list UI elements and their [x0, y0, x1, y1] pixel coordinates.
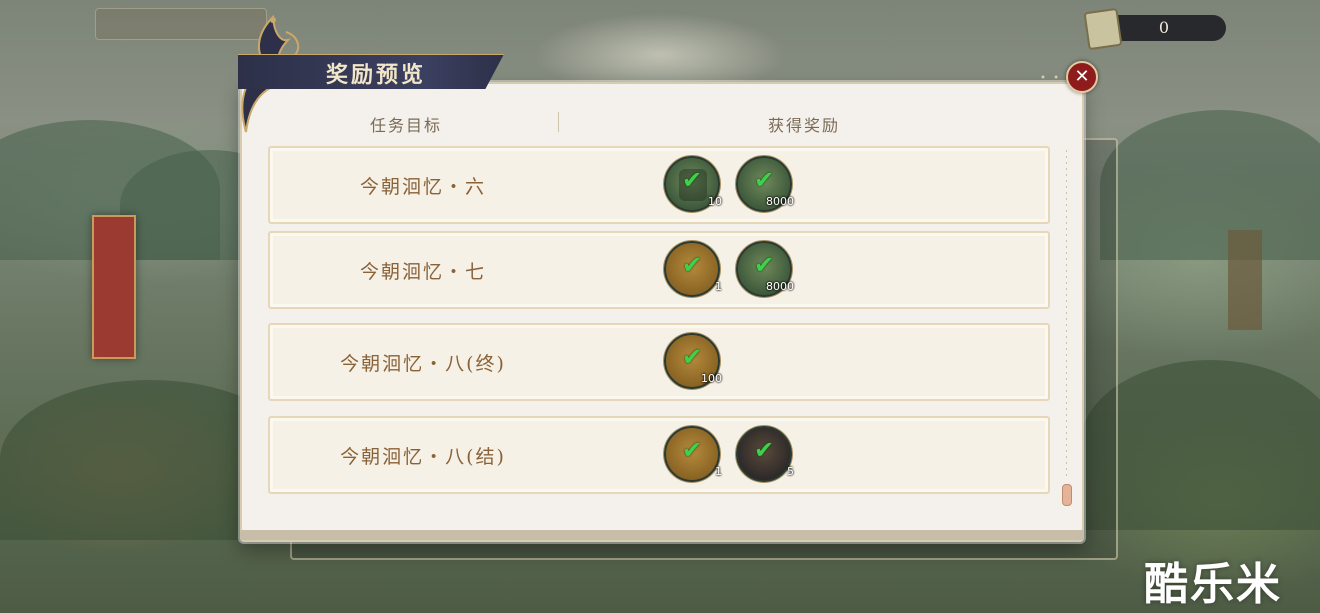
character-portrait-icon[interactable]: ✔ 5 — [736, 426, 794, 482]
red-banner — [92, 215, 136, 359]
coin-icon[interactable]: ✔ 8000 — [736, 156, 794, 212]
task-label: 今朝洄忆・八(结) — [340, 446, 506, 468]
check-icon: ✔ — [754, 251, 775, 279]
side-banner — [1228, 230, 1262, 330]
feather-icon[interactable]: ✔ 100 — [664, 333, 722, 389]
reward-quantity: 10 — [708, 195, 722, 208]
check-icon: ✔ — [682, 436, 703, 464]
watermark-logo: 酷乐米 — [1144, 559, 1282, 610]
coin-icon[interactable]: ✔ 8000 — [736, 241, 794, 297]
column-header-target: 任务目标 — [370, 116, 443, 135]
task-row: 今朝洄忆・六 ✔ 10 ✔ 8000 — [268, 146, 1050, 224]
task-label: 今朝洄忆・八(终) — [340, 353, 506, 375]
check-icon: ✔ — [682, 251, 703, 279]
task-label: 今朝洄忆・七 — [359, 261, 486, 283]
book-icon[interactable]: ✔ 10 — [664, 156, 722, 212]
check-icon: ✔ — [682, 343, 703, 371]
close-icon: ✕ — [1074, 66, 1090, 87]
reward-quantity: 8000 — [766, 195, 794, 208]
reward-quantity: 1 — [715, 465, 722, 478]
task-row: 今朝洄忆・八(终) ✔ 100 — [268, 323, 1050, 401]
reward-quantity: 8000 — [766, 280, 794, 293]
currency-counter[interactable]: 0 — [1083, 7, 1226, 51]
scroll-ticket-icon — [1083, 7, 1123, 51]
column-divider — [558, 112, 559, 132]
check-icon: ✔ — [754, 436, 775, 464]
scroll-track — [1066, 150, 1067, 480]
check-icon: ✔ — [682, 166, 703, 194]
panel-bottom-edge — [240, 530, 1084, 540]
panel-title: 奖励预览 — [326, 62, 427, 88]
task-row: 今朝洄忆・八(结) ✔ 1 ✔ 5 — [268, 416, 1050, 494]
close-button[interactable]: ✕ — [1066, 61, 1098, 93]
compass-icon[interactable]: ✔ 1 — [664, 241, 722, 297]
column-header-reward: 获得奖励 — [768, 116, 841, 135]
scrollbar-thumb[interactable] — [1062, 484, 1072, 506]
reward-quantity: 5 — [787, 465, 794, 478]
check-icon: ✔ — [754, 166, 775, 194]
reward-quantity: 100 — [701, 372, 722, 385]
flower-hairpin-icon[interactable]: ✔ 1 — [664, 426, 722, 482]
reward-quantity: 1 — [715, 280, 722, 293]
currency-value: 0 — [1158, 18, 1170, 37]
task-row: 今朝洄忆・七 ✔ 1 ✔ 8000 — [268, 231, 1050, 309]
task-label: 今朝洄忆・六 — [359, 176, 486, 198]
